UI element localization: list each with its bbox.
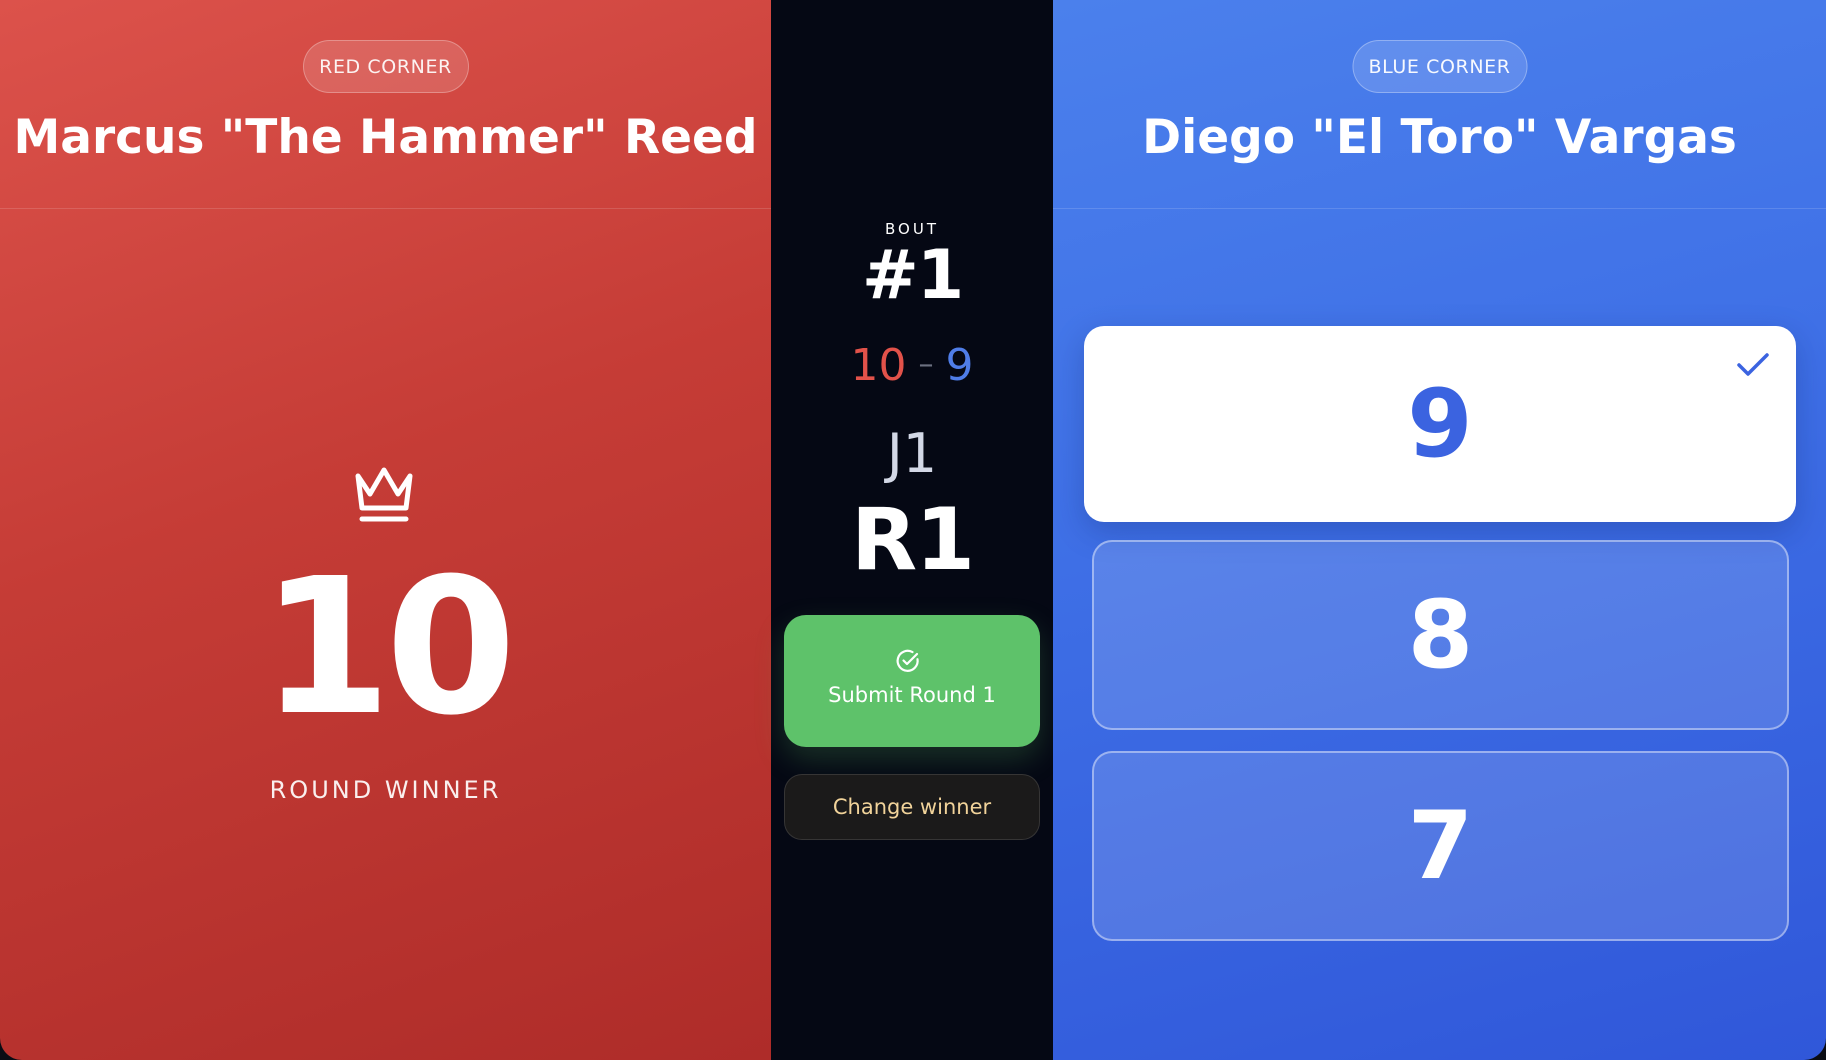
tally-separator: – xyxy=(918,347,934,382)
blue-fighter-name: Diego "El Toro" Vargas xyxy=(1142,110,1737,165)
score-option-7[interactable]: 7 xyxy=(1092,751,1789,941)
red-round-score: 10 xyxy=(260,538,517,757)
blue-corner-badge: BLUE CORNER xyxy=(1352,40,1527,93)
red-fighter-name: Marcus "The Hammer" Reed xyxy=(13,110,758,165)
round-label: R1 xyxy=(850,490,975,590)
judge-label: J1 xyxy=(886,422,938,485)
score-option-value: 7 xyxy=(1407,791,1474,901)
tally-red-score: 10 xyxy=(850,340,907,391)
blue-corner-header: BLUE CORNER Diego "El Toro" Vargas xyxy=(1053,0,1826,209)
blue-corner-panel: BLUE CORNER Diego "El Toro" Vargas 9 8 7 xyxy=(1053,0,1826,1060)
red-corner-badge: RED CORNER xyxy=(302,40,469,93)
check-circle-icon xyxy=(896,649,919,672)
red-corner-panel[interactable]: RED CORNER Marcus "The Hammer" Reed 10 R… xyxy=(0,0,771,1060)
submit-round-label: Submit Round 1 xyxy=(828,683,996,707)
score-option-9[interactable]: 9 xyxy=(1084,326,1796,522)
crown-icon xyxy=(355,467,413,522)
submit-round-button[interactable]: Submit Round 1 xyxy=(784,615,1040,747)
score-option-8[interactable]: 8 xyxy=(1092,540,1789,730)
round-winner-label: ROUND WINNER xyxy=(269,776,502,804)
tally-blue-score: 9 xyxy=(945,340,974,391)
scoring-app: RED CORNER Marcus "The Hammer" Reed 10 R… xyxy=(0,0,1826,1060)
center-control-panel: BOUT #1 10–9 J1 R1 Submit Round 1 Change… xyxy=(771,0,1053,1060)
change-winner-label: Change winner xyxy=(832,795,992,819)
change-winner-button[interactable]: Change winner xyxy=(784,774,1040,840)
bout-number: #1 xyxy=(861,236,964,315)
score-option-value: 9 xyxy=(1407,369,1473,479)
score-tally: 10–9 xyxy=(771,340,1053,391)
red-corner-header: RED CORNER Marcus "The Hammer" Reed xyxy=(0,0,771,209)
checkmark-icon xyxy=(1737,353,1769,376)
score-option-value: 8 xyxy=(1407,580,1474,690)
